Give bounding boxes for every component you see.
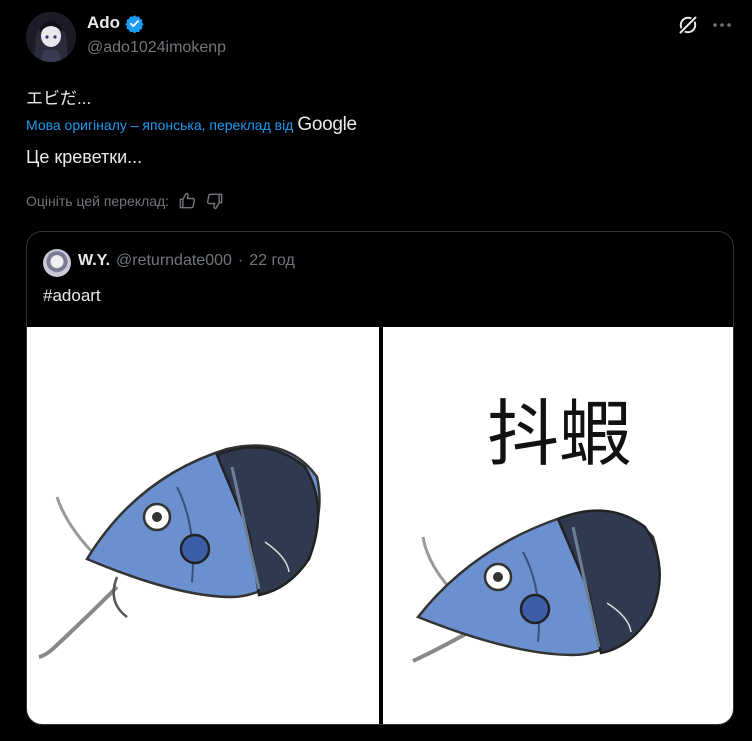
rate-translation-label: Оцініть цей переклад: <box>26 193 170 209</box>
thumbs-down-icon[interactable] <box>205 191 225 211</box>
post: Ado @ado1024imokenp エビだ... Мова оригінал… <box>0 0 752 741</box>
quoted-handle: @returndate000 <box>116 252 232 269</box>
author-handle[interactable]: @ado1024imokenp <box>87 39 226 57</box>
more-horizontal-icon[interactable] <box>710 13 734 37</box>
thumbs-up-icon[interactable] <box>177 191 197 211</box>
author-display-name[interactable]: Ado <box>87 13 120 33</box>
quoted-timestamp: 22 год <box>249 252 295 269</box>
verified-badge-icon <box>125 14 144 33</box>
translation-note-text[interactable]: Мова оригіналу – японська, переклад від <box>26 117 293 133</box>
google-logo-text: Google <box>297 114 357 135</box>
media-image-1[interactable] <box>27 327 379 724</box>
quoted-separator: · <box>237 252 244 269</box>
quoted-header: W.Y. @returndate000 · 22 год <box>78 252 295 270</box>
author-name-row: Ado <box>87 13 144 33</box>
shrimp-illustration <box>412 509 661 663</box>
quoted-media: 抖蝦 <box>27 327 733 724</box>
quoted-hashtag[interactable]: #adoart <box>43 286 101 306</box>
media-image-2[interactable]: 抖蝦 <box>383 327 733 724</box>
post-original-text: エビだ... <box>26 89 92 108</box>
quoted-display-name: W.Y. <box>78 252 111 269</box>
quoted-post[interactable]: W.Y. @returndate000 · 22 год #adoart 抖蝦 <box>26 231 734 725</box>
post-translated-text: Це креветки... <box>26 147 143 167</box>
avatar[interactable] <box>26 12 76 62</box>
grok-icon[interactable] <box>676 13 700 37</box>
translation-note: Мова оригіналу – японська, переклад від … <box>26 114 357 136</box>
quoted-avatar <box>43 249 71 277</box>
shrimp-illustration <box>38 444 321 659</box>
rate-translation: Оцініть цей переклад: <box>26 191 225 211</box>
